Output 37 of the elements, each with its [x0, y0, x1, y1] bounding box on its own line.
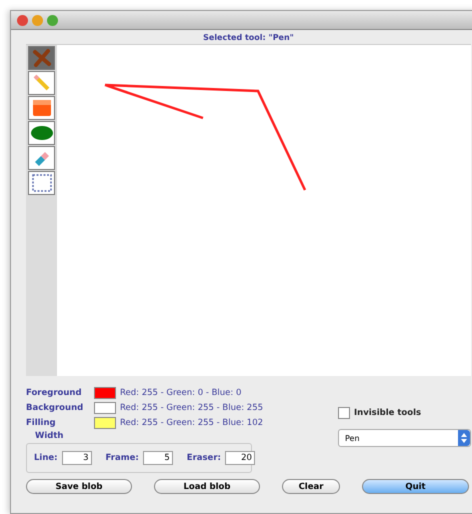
checkbox-label: Invisible tools: [354, 408, 422, 418]
selected-tool-label: Selected tool: "Pen": [202, 32, 295, 44]
rectangle-icon: [32, 99, 52, 117]
pencil-icon: [32, 73, 52, 93]
color-swatch[interactable]: [94, 386, 116, 398]
width-input[interactable]: 5: [142, 451, 173, 465]
width-input[interactable]: 20: [224, 451, 255, 465]
tool-button[interactable]: [28, 96, 55, 120]
zoom-button[interactable]: [47, 14, 58, 26]
push-button[interactable]: Quit: [362, 479, 469, 494]
tool-button[interactable]: [28, 121, 55, 145]
width-label: Line:: [34, 453, 58, 463]
push-button[interactable]: Save blob: [26, 479, 132, 494]
dropdown-arrows-icon: [458, 430, 470, 446]
tool-button[interactable]: [28, 146, 55, 170]
width-group-title: Width: [35, 431, 64, 441]
color-label: Foreground: [26, 388, 83, 398]
ellipse-icon: [30, 126, 52, 140]
width-label: Frame:: [106, 453, 139, 463]
color-swatch[interactable]: [94, 402, 116, 414]
checkbox[interactable]: [338, 407, 350, 419]
color-label: Filling: [26, 418, 57, 428]
color-label: Background: [26, 402, 84, 412]
tool-dropdown[interactable]: Pen: [338, 429, 471, 447]
tool-button[interactable]: [28, 171, 55, 195]
tool-button[interactable]: [28, 71, 55, 95]
push-button[interactable]: Load blob: [154, 479, 260, 494]
width-input[interactable]: 3: [62, 451, 92, 465]
color-value: Red: 255 - Green: 0 - Blue: 0: [120, 388, 242, 398]
color-value: Red: 255 - Green: 255 - Blue: 102: [120, 418, 264, 428]
selection-icon: [32, 174, 52, 192]
color-value: Red: 255 - Green: 255 - Blue: 255: [120, 402, 264, 412]
close-button[interactable]: [17, 14, 28, 26]
cross-icon: [32, 48, 52, 68]
push-button[interactable]: Clear: [282, 479, 340, 494]
color-swatch[interactable]: [94, 416, 116, 428]
width-label: Eraser:: [186, 453, 221, 463]
